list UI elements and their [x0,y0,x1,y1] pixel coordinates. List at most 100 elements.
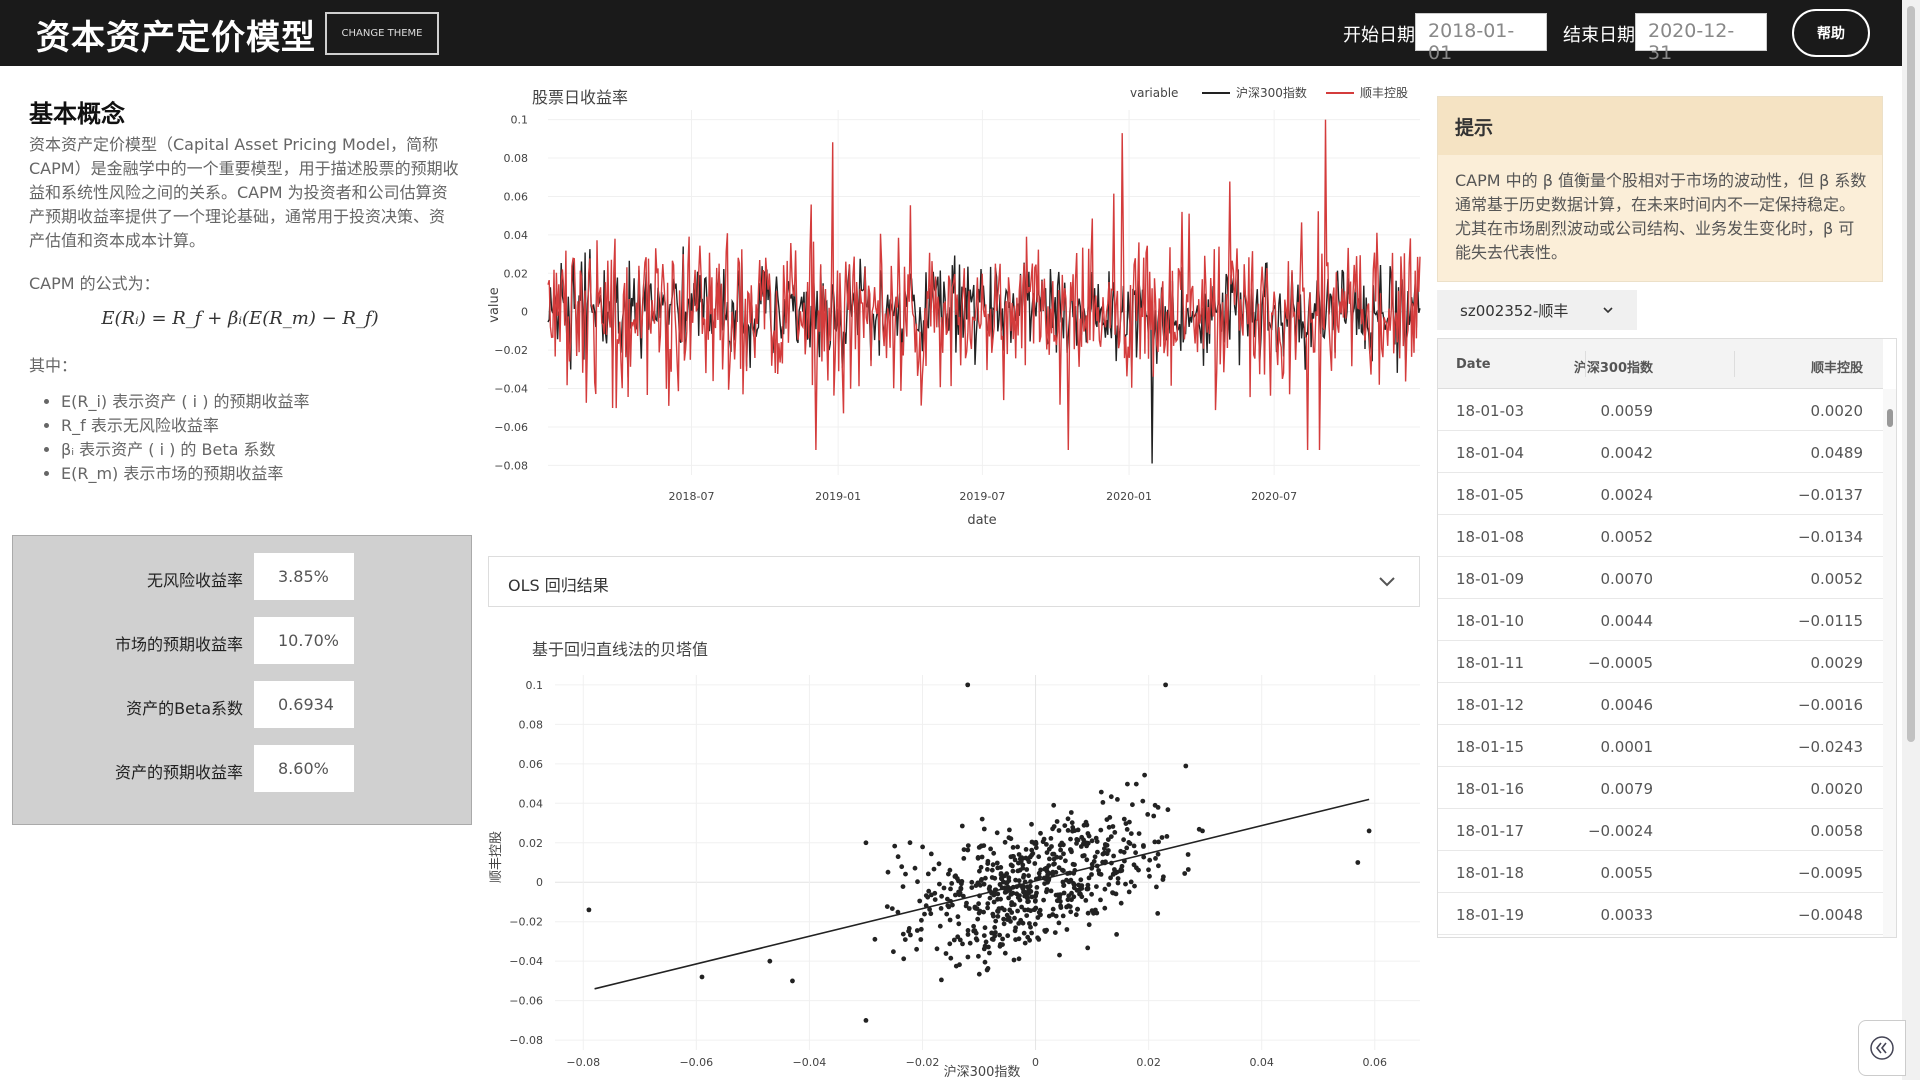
scatter-point[interactable] [1022,940,1028,946]
scatter-point[interactable] [988,846,993,852]
scatter-point[interactable] [1027,937,1032,943]
scatter-point[interactable] [1046,870,1052,876]
scatter-point[interactable] [941,885,947,891]
scatter-point[interactable] [1058,899,1063,904]
scatter-point[interactable] [1124,845,1130,851]
scatter-point[interactable] [1015,908,1020,914]
scatter-point[interactable] [902,937,908,942]
scatter-point[interactable] [1123,821,1129,826]
scatter-point[interactable] [948,886,953,892]
scatter-point[interactable] [1102,886,1108,892]
scatter-point[interactable] [964,900,969,906]
scatter-point[interactable] [965,928,971,933]
scatter-point[interactable] [1079,883,1085,888]
scatter-point[interactable] [1102,905,1108,911]
scatter-point[interactable] [1068,847,1074,853]
scatter-point[interactable] [1165,807,1171,813]
scatter-point[interactable] [985,901,991,906]
column-header-date[interactable]: Date [1456,357,1491,372]
scatter-point[interactable] [1060,867,1065,873]
scatter-point[interactable] [1128,831,1134,836]
scatter-point[interactable] [985,861,991,866]
scatter-point[interactable] [939,893,944,899]
scatter-point[interactable] [1015,844,1020,850]
scatter-point[interactable] [1008,836,1014,842]
scatter-point[interactable] [978,843,984,849]
scatter-point[interactable] [1145,812,1151,817]
scatter-point[interactable] [1056,920,1062,926]
scatter-point[interactable] [1002,873,1007,879]
returns-line-chart[interactable]: variable 沪深300指数 顺丰控股 0.1 0.08 0.06 0.04 0.0… [480,80,1430,540]
scatter-point[interactable] [976,910,982,916]
table-row[interactable]: 18-01-05 0.0024 −0.0137 [1438,473,1883,515]
scatter-point[interactable] [1081,841,1086,847]
scatter-point[interactable] [1025,907,1031,913]
scatter-point[interactable] [1108,875,1113,881]
scatter-point[interactable] [1182,871,1188,876]
scatter-point[interactable] [978,878,984,883]
scatter-point[interactable] [928,911,934,917]
scatter-point[interactable] [1086,875,1092,881]
scatter-point[interactable] [1029,930,1034,936]
scatter-point[interactable] [1065,828,1071,833]
scatter-point[interactable] [1118,900,1124,906]
scatter-point[interactable] [1133,781,1139,787]
scatter-point[interactable] [939,977,944,983]
scatter-point[interactable] [1045,879,1050,885]
scatter-point[interactable] [1185,852,1191,857]
scatter-point[interactable] [937,881,942,887]
scatter-point[interactable] [1068,836,1073,842]
scatter-point[interactable] [863,1017,869,1023]
scatter-point[interactable] [985,905,990,911]
scatter-point[interactable] [1018,859,1024,864]
scatter-point[interactable] [985,966,991,971]
scatter-point[interactable] [1131,862,1137,868]
scatter-point[interactable] [1060,913,1066,919]
scatter-point[interactable] [1044,842,1049,847]
scatter-point[interactable] [1001,921,1007,927]
scatter-point[interactable] [990,911,996,917]
scatter-point[interactable] [1070,828,1075,834]
scatter-point[interactable] [979,854,985,860]
scatter-point[interactable] [1366,828,1372,834]
scatter-point[interactable] [1054,819,1060,824]
scatter-point[interactable] [1068,810,1074,815]
scatter-point[interactable] [1058,905,1064,910]
scatter-point[interactable] [1100,800,1106,805]
scatter-point[interactable] [1086,922,1092,928]
scatter-point[interactable] [1141,844,1146,849]
expected-return-input[interactable]: 8.60% [254,745,354,792]
scatter-point[interactable] [1035,915,1041,920]
scatter-point[interactable] [903,871,908,877]
scatter-point[interactable] [1015,895,1021,900]
scatter-point[interactable] [989,930,994,936]
scatter-point[interactable] [950,902,955,908]
scatter-point[interactable] [1063,858,1068,864]
scatter-point[interactable] [915,879,920,885]
scatter-point[interactable] [917,898,923,904]
risk-free-rate-input[interactable]: 3.85% [254,553,354,600]
scatter-point[interactable] [1073,912,1079,918]
scatter-point[interactable] [989,867,995,873]
scatter-point[interactable] [1119,863,1125,869]
scatter-point[interactable] [1133,850,1138,856]
change-theme-button[interactable]: CHANGE THEME [325,12,439,55]
scatter-point[interactable] [947,917,953,923]
scatter-point[interactable] [1056,828,1062,833]
scatter-point[interactable] [1033,893,1039,898]
scatter-point[interactable] [1100,851,1106,857]
scatter-point[interactable] [976,901,981,907]
scatter-point[interactable] [1036,910,1042,915]
column-header-stock[interactable]: 顺丰控股 [1811,357,1863,376]
scatter-point[interactable] [967,940,973,946]
scatter-point[interactable] [1070,861,1076,867]
scatter-point[interactable] [981,946,987,952]
scatter-point[interactable] [1008,862,1014,868]
scatter-point[interactable] [1067,904,1073,909]
scatter-point[interactable] [1128,879,1134,885]
page-scrollbar[interactable] [1902,0,1920,1080]
table-row[interactable]: 18-01-04 0.0042 0.0489 [1438,431,1883,473]
scatter-point[interactable] [790,978,795,984]
scatter-point[interactable] [991,899,997,905]
scatter-point[interactable] [1155,911,1161,916]
